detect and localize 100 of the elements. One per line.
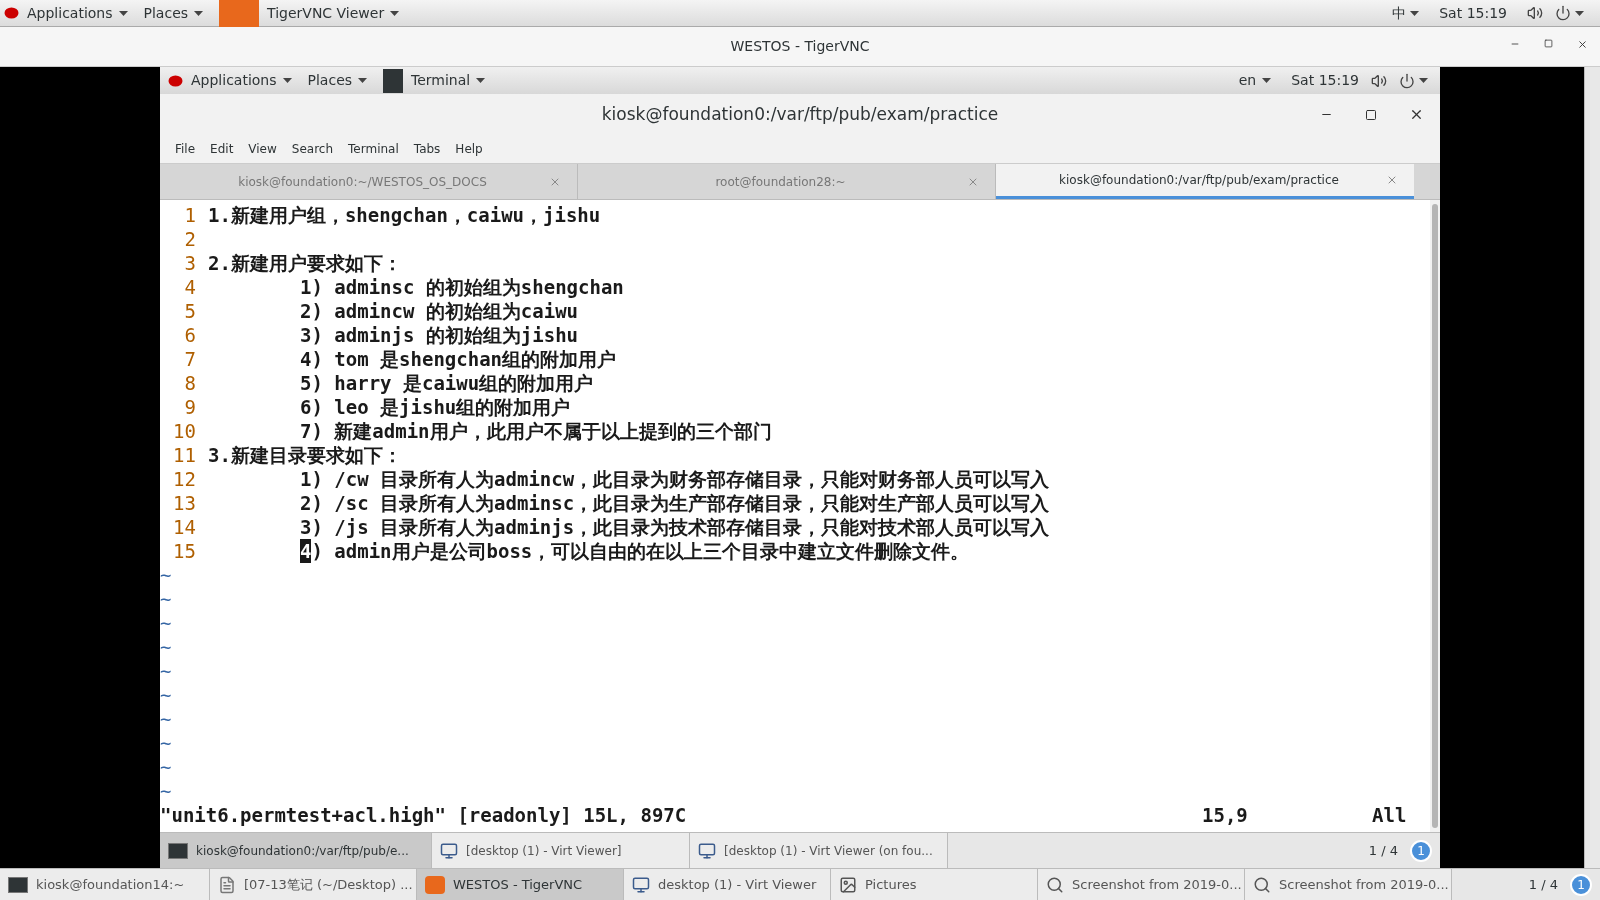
menu-item[interactable]: Terminal: [341, 140, 406, 158]
taskbar-item[interactable]: [desktop (1) - Virt Viewer (on fou...: [690, 833, 948, 868]
text-line: 1.新建用户组，shengchan，caiwu，jishu: [208, 203, 601, 227]
text-line: 6) leo 是jishu组的附加用户: [300, 395, 571, 419]
close-icon[interactable]: [1577, 39, 1588, 50]
text-line: 7) 新建admin用户，此用户不属于以上提到的三个部门: [300, 419, 772, 443]
taskbar-item[interactable]: kiosk@foundation0:/var/ftp/pub/e...: [160, 833, 432, 868]
line-number: 10: [172, 419, 196, 443]
empty-line-marker: ~: [160, 660, 172, 682]
caret-icon: [476, 78, 486, 83]
status-message: "unit6.permtest+acl.high" [readonly] 15L, 897C: [160, 803, 688, 828]
menu-item[interactable]: View: [241, 140, 284, 158]
caret-icon: [1410, 10, 1420, 16]
window-title: kiosk@foundation0:/var/ftp/pub/exam/practice: [601, 102, 999, 126]
caret-icon: [1575, 10, 1584, 16]
line-number: 7: [183, 347, 196, 371]
menu-item[interactable]: Help: [448, 140, 490, 158]
app-icon: [425, 875, 445, 894]
menu-button[interactable]: TigerVNC Viewer: [259, 2, 408, 24]
caret-icon: [390, 10, 400, 16]
power-icon[interactable]: [1399, 72, 1415, 89]
magnifier-icon: [1253, 875, 1271, 894]
window-title: WESTOS - TigerVNC: [730, 37, 870, 56]
line-number: 13: [172, 491, 196, 515]
volume-icon[interactable]: [1371, 72, 1387, 89]
taskbar-item[interactable]: WESTOS - TigerVNC: [417, 869, 624, 900]
menu-button[interactable]: Places: [135, 2, 212, 24]
scrollbar[interactable]: [1584, 67, 1600, 868]
power-icon[interactable]: [1555, 5, 1571, 21]
line-number: 3: [183, 251, 196, 275]
caret-icon: [282, 78, 292, 83]
menu-button[interactable]: Applications: [183, 70, 300, 91]
caret-icon: [118, 10, 128, 16]
empty-line-marker: ~: [160, 636, 172, 658]
logo-icon: [4, 7, 19, 19]
line-number: 12: [172, 467, 196, 491]
text-line: ) admin用户是公司boss，可以自由的在以上三个目录中建立文件删除文件。: [311, 539, 970, 563]
taskbar-item[interactable]: Pictures: [831, 869, 1038, 900]
caret-icon: [1419, 78, 1428, 83]
line-number: 5: [183, 299, 196, 323]
empty-line-marker: ~: [160, 684, 172, 706]
cursor: 4: [300, 539, 312, 563]
logo-icon: [168, 74, 183, 87]
line-number: 6: [183, 323, 196, 347]
scroll-position: All: [1372, 803, 1408, 828]
text-line: 3.新建目录要求如下：: [208, 443, 402, 467]
menu-button[interactable]: Terminal: [403, 70, 494, 91]
line-number: 11: [172, 443, 196, 467]
terminal-icon: [168, 842, 188, 859]
menu-item[interactable]: Search: [284, 140, 341, 158]
clock[interactable]: Sat 15:19: [1439, 2, 1507, 24]
taskbar-item[interactable]: Screenshot from 2019-0...: [1038, 869, 1245, 900]
line-number: 2: [183, 227, 196, 251]
caret-icon: [1262, 78, 1272, 83]
empty-line-marker: ~: [160, 732, 172, 754]
maximize-icon[interactable]: [1365, 108, 1377, 121]
menu-item[interactable]: File: [168, 140, 203, 158]
empty-line-marker: ~: [160, 612, 172, 634]
empty-line-marker: ~: [160, 780, 172, 802]
line-number: 14: [172, 515, 196, 539]
taskbar-item[interactable]: [07-13笔记 (~/Desktop) ...: [210, 869, 417, 900]
line-number: 9: [183, 395, 196, 419]
volume-icon[interactable]: [1527, 5, 1543, 21]
close-icon[interactable]: [1409, 107, 1424, 122]
text-line: 5) harry 是caiwu组的附加用户: [300, 371, 594, 395]
terminal-tab[interactable]: kiosk@foundation0:/var/ftp/pub/exam/practice: [996, 164, 1414, 199]
workspace-indicator[interactable]: 1 / 4: [1356, 840, 1410, 861]
text-line: 2.新建用户要求如下：: [208, 251, 402, 275]
text-line: 1) adminsc 的初始组为shengchan: [300, 275, 624, 299]
input-method-indicator[interactable]: 中: [1392, 2, 1407, 24]
line-number: 15: [172, 539, 196, 563]
empty-line-marker: ~: [160, 588, 172, 610]
taskbar-item[interactable]: kiosk@foundation14:~: [0, 869, 210, 900]
line-number: 8: [183, 371, 196, 395]
taskbar-item[interactable]: Screenshot from 2019-0...: [1245, 869, 1452, 900]
caret-icon: [358, 78, 368, 83]
taskbar-item[interactable]: [desktop (1) - Virt Viewer]: [432, 833, 690, 868]
text-line: 3) /js 目录所有人为adminjs，此目录为技术部存储目录，只能对技术部人员可以写入: [300, 515, 1050, 539]
menu-item[interactable]: Edit: [203, 140, 241, 158]
text-line: 1) /cw 目录所有人为admincw，此目录为财务部存储目录，只能对财务部人员可以写入: [300, 467, 1050, 491]
workspace-indicator[interactable]: 1 / 4: [1516, 874, 1570, 895]
text-line: 2) admincw 的初始组为caiwu: [300, 299, 579, 323]
menu-item[interactable]: Tabs: [406, 140, 448, 158]
clock[interactable]: Sat 15:19: [1291, 70, 1359, 91]
image-icon: [839, 875, 857, 894]
taskbar-item[interactable]: desktop (1) - Virt Viewer: [624, 869, 831, 900]
monitor-icon: [632, 875, 650, 894]
document-icon: [218, 875, 236, 894]
menu-button[interactable]: en: [1230, 70, 1280, 91]
empty-line-marker: ~: [160, 564, 172, 586]
empty-line-marker: ~: [160, 756, 172, 778]
terminal-icon: [383, 68, 404, 93]
menu-button[interactable]: Places: [299, 70, 376, 91]
menu-button[interactable]: Applications: [19, 2, 136, 24]
text-line: 2) /sc 目录所有人为adminsc，此目录为生产部存储目录，只能对生产部人员可以写入: [300, 491, 1050, 515]
text-line: 4) tom 是shengchan组的附加用户: [300, 347, 617, 371]
terminal-icon: [8, 876, 28, 893]
cursor-position: 15,9: [1202, 803, 1249, 828]
magnifier-icon: [1046, 875, 1064, 894]
scrollbar[interactable]: [1430, 200, 1440, 832]
